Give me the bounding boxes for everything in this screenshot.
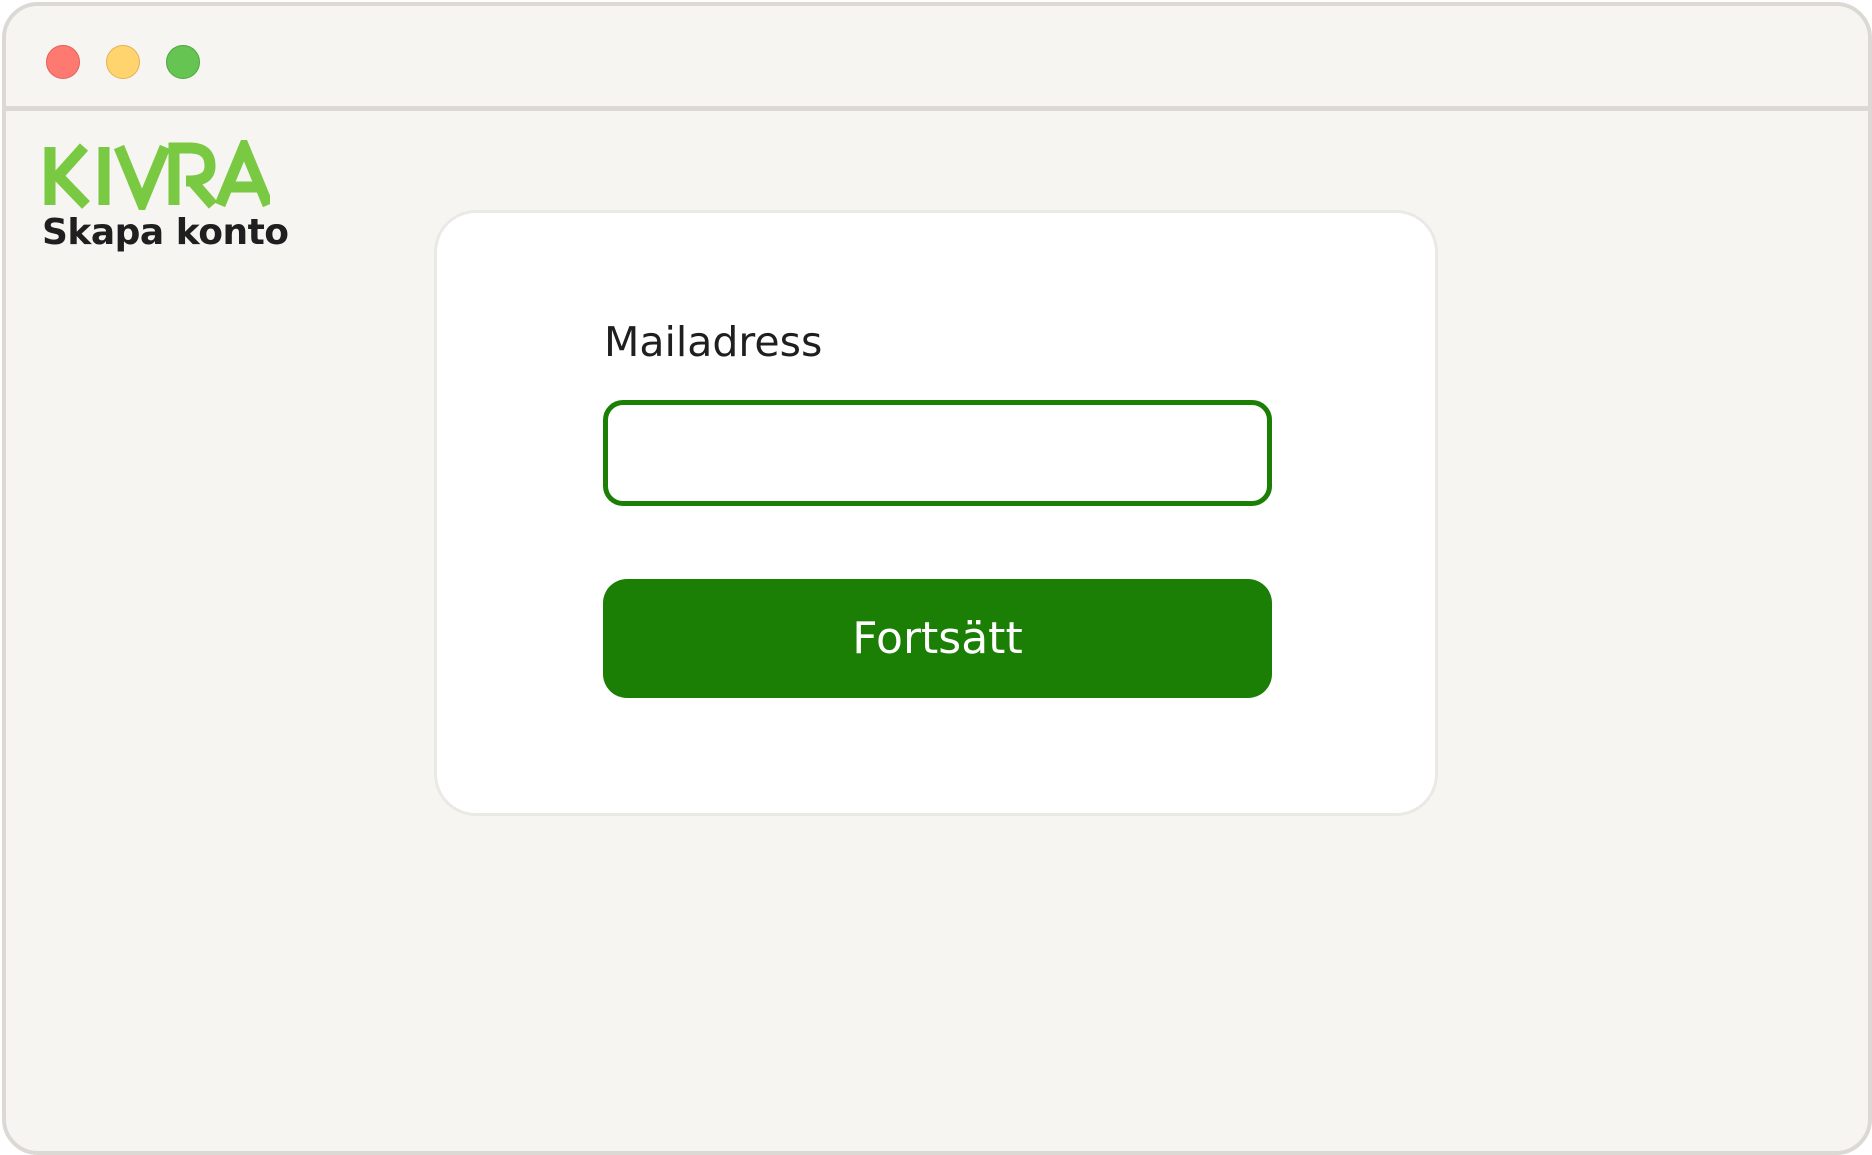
kivra-logo xyxy=(44,140,270,210)
email-field-label: Mailadress xyxy=(604,318,823,366)
signup-card xyxy=(434,210,1438,816)
close-window-button[interactable] xyxy=(46,45,80,79)
continue-button[interactable]: Fortsätt xyxy=(603,579,1272,698)
page-title: Skapa konto xyxy=(42,212,289,253)
window-titlebar xyxy=(6,6,1868,111)
zoom-window-button[interactable] xyxy=(166,45,200,79)
minimize-window-button[interactable] xyxy=(106,45,140,79)
email-field[interactable] xyxy=(603,400,1272,506)
